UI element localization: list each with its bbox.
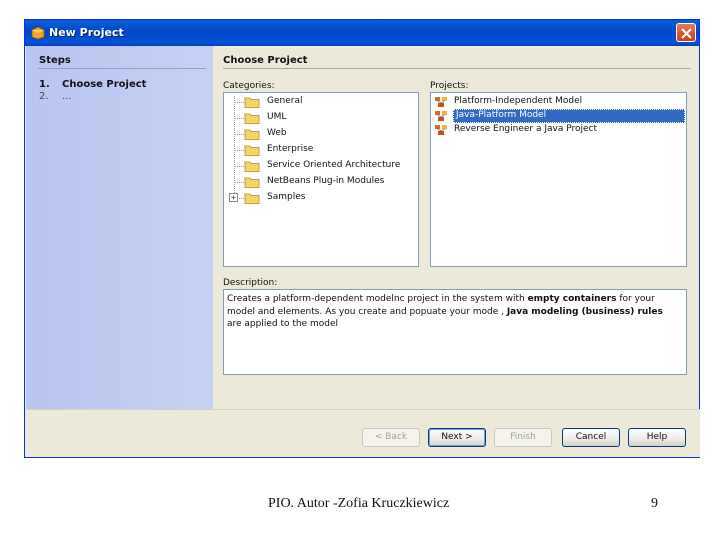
model-icon [435, 125, 447, 135]
tree-item-general[interactable]: General [224, 94, 414, 110]
panel-title: Choose Project [223, 55, 308, 66]
tree-item-samples[interactable]: + Samples [224, 190, 414, 206]
step-label: Choose Project [62, 79, 147, 90]
tree-item-label: Enterprise [267, 144, 314, 154]
description-text: Creates a platform-dependent modelnc pro… [227, 293, 680, 331]
projects-list[interactable]: Platform-Independent Model Java-Platform… [430, 92, 687, 267]
description-bold: empty containers [527, 294, 617, 304]
window-title: New Project [49, 26, 124, 39]
expand-icon[interactable]: + [229, 193, 238, 202]
cancel-button[interactable]: Cancel [562, 428, 620, 447]
folder-icon [244, 145, 260, 156]
folder-icon [244, 97, 260, 108]
new-project-dialog: New Project Steps 1. Choose Project 2....… [24, 19, 700, 458]
step-item-2: 2.... [39, 91, 72, 102]
model-icon [435, 111, 447, 121]
finish-button[interactable]: Finish [494, 428, 552, 447]
project-item-reverse-engineer[interactable]: Reverse Engineer a Java Project [432, 123, 685, 137]
tree-item-netbeans-plugin-modules[interactable]: NetBeans Plug-in Modules [224, 174, 414, 190]
tree-item-label: UML [267, 112, 287, 122]
steps-panel: Steps 1. Choose Project 2.... [26, 46, 213, 409]
description-bold: Java modeling (business) rules [506, 306, 663, 317]
description-part: Creates a platform-dependent modelnc pro… [227, 294, 528, 304]
close-button[interactable] [676, 23, 696, 42]
main-panel: Choose Project Categories: Projects: Gen… [213, 46, 699, 409]
tree-item-enterprise[interactable]: Enterprise [224, 142, 414, 158]
page-number: 9 [651, 496, 658, 511]
tree-item-label: Web [267, 128, 287, 138]
netbeans-icon [31, 26, 45, 40]
steps-divider [38, 68, 206, 69]
categories-label: Categories: [223, 81, 275, 91]
project-label: Reverse Engineer a Java Project [454, 124, 598, 134]
description-part: are applied to the model [227, 319, 339, 329]
title-bar[interactable]: New Project [25, 20, 699, 46]
folder-icon [244, 177, 260, 188]
project-item-platform-independent[interactable]: Platform-Independent Model [432, 95, 685, 109]
step-number: 1. [39, 79, 50, 90]
next-button[interactable]: Next > [428, 428, 486, 447]
tree-item-web[interactable]: Web [224, 126, 414, 142]
panel-divider [223, 68, 691, 69]
tree-item-label: General [267, 96, 303, 106]
description-label: Description: [223, 278, 278, 288]
steps-title: Steps [39, 55, 71, 66]
step-label: ... [62, 91, 72, 102]
projects-label: Projects: [430, 81, 469, 91]
model-icon [435, 97, 447, 107]
help-button[interactable]: Help [628, 428, 686, 447]
slide-footer: PIO. Autor -Zofia Kruczkiewicz [268, 496, 450, 511]
folder-icon [244, 193, 260, 204]
button-bar: < Back Next > Finish Cancel Help [26, 409, 700, 457]
tree-item-uml[interactable]: UML [224, 110, 414, 126]
categories-tree[interactable]: General UML Web Enterprise Service Orien [223, 92, 419, 267]
project-label: Java-Platform Model [453, 109, 685, 123]
tree-item-soa[interactable]: Service Oriented Architecture [224, 158, 414, 174]
project-item-java-platform[interactable]: Java-Platform Model [432, 109, 685, 123]
close-icon [681, 28, 692, 39]
folder-icon [244, 161, 260, 172]
tree-item-label: Service Oriented Architecture [267, 160, 401, 170]
project-label: Platform-Independent Model [454, 96, 583, 106]
step-number: 2. [39, 91, 49, 102]
folder-icon [244, 129, 260, 140]
tree-item-label: NetBeans Plug-in Modules [267, 176, 385, 186]
back-button[interactable]: < Back [362, 428, 420, 447]
description-area: Creates a platform-dependent modelnc pro… [223, 289, 687, 375]
step-item-1: 1. Choose Project [39, 79, 146, 90]
tree-item-label: Samples [267, 192, 306, 202]
folder-icon [244, 113, 260, 124]
